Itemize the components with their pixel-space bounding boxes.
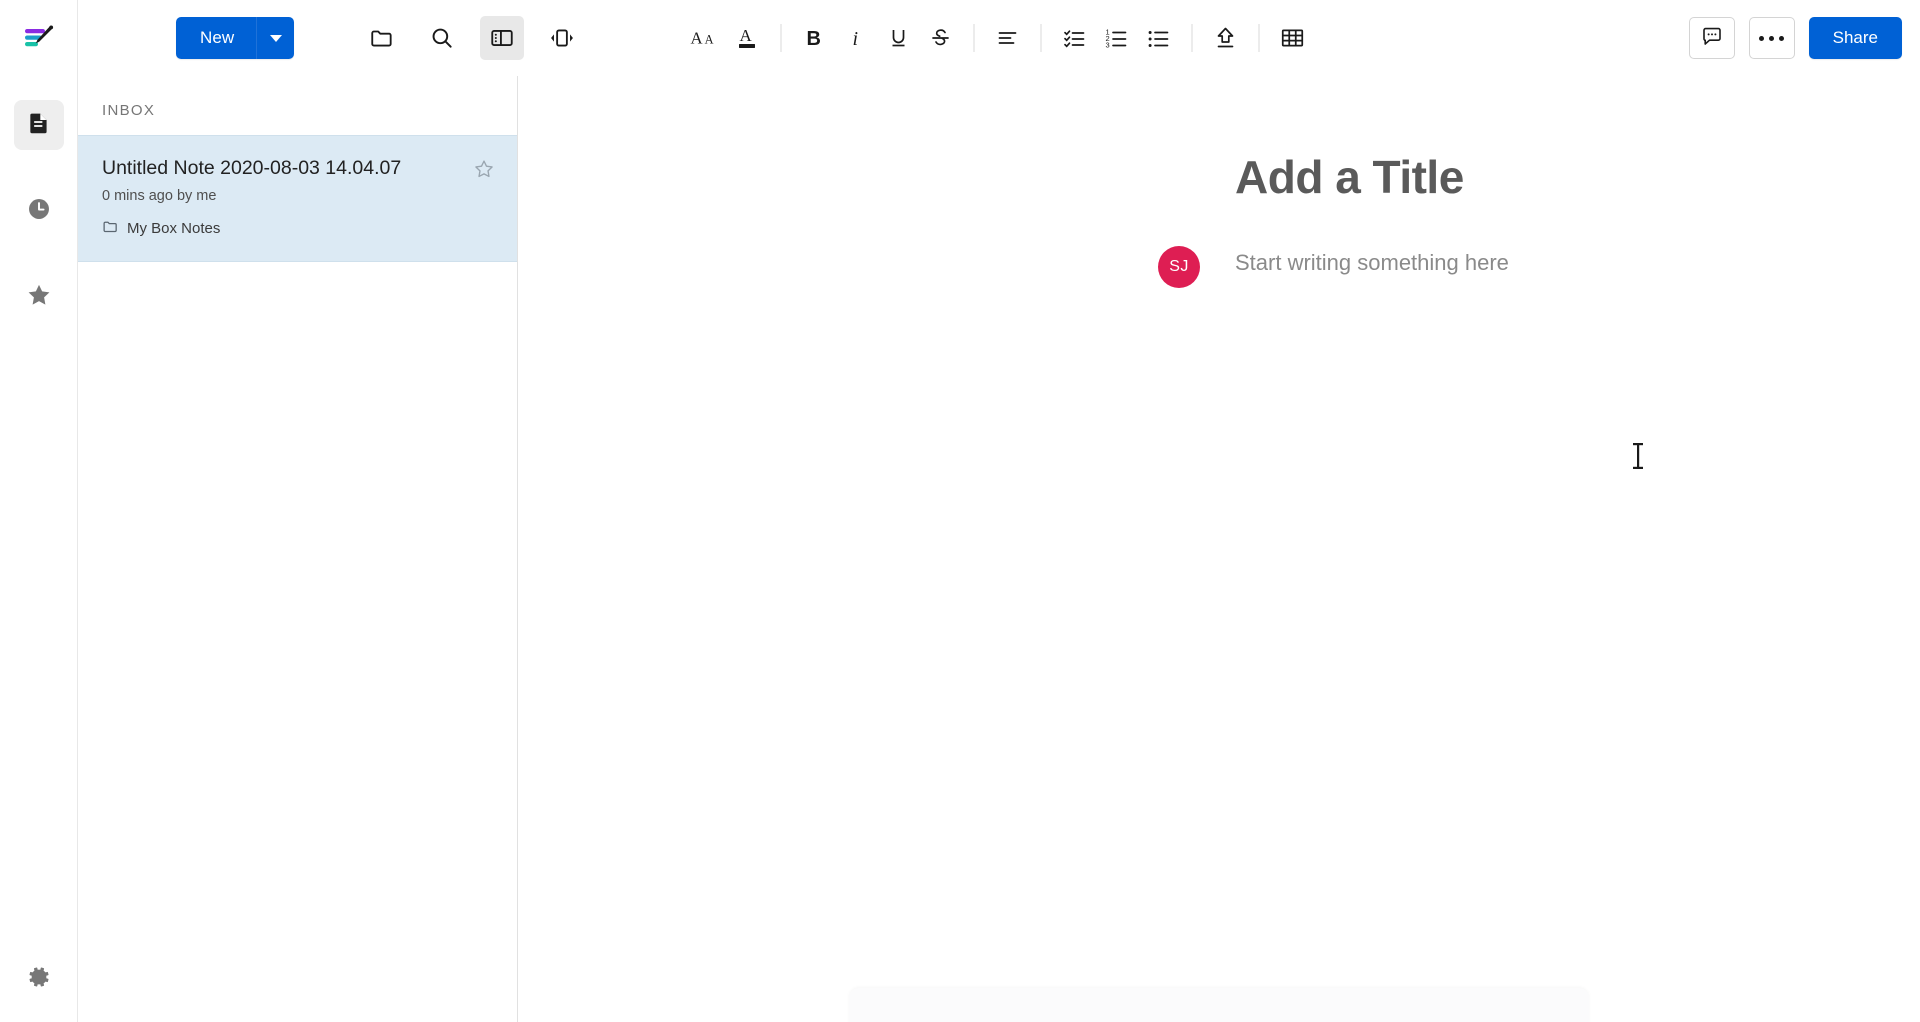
star-icon <box>26 282 52 313</box>
bottom-panel <box>849 988 1589 1022</box>
underline-button[interactable] <box>878 17 920 59</box>
bulleted-list-icon <box>1147 26 1171 50</box>
note-title: Untitled Note 2020-08-03 14.04.07 <box>102 157 402 179</box>
gear-icon <box>26 964 52 995</box>
strikethrough-button[interactable] <box>920 17 962 59</box>
italic-icon: i <box>848 26 866 50</box>
toolbar-right-tools: Share <box>1688 17 1902 59</box>
comment-bubble-icon <box>1700 24 1724 53</box>
new-button[interactable]: New <box>176 17 257 59</box>
text-color-icon: A <box>737 25 759 51</box>
align-left-icon <box>996 26 1020 50</box>
sidebar-toggle-icon <box>489 25 515 51</box>
note-folder-label: My Box Notes <box>127 220 221 238</box>
ellipsis-icon <box>1759 35 1785 41</box>
note-meta: 0 mins ago by me <box>102 188 217 205</box>
app-logo-area <box>0 0 78 76</box>
svg-text:i: i <box>853 28 859 50</box>
table-icon <box>1280 25 1306 51</box>
note-editor[interactable]: Add a Title SJ Start writing something h… <box>518 76 1920 1022</box>
folder-button[interactable] <box>360 16 404 60</box>
svg-text:A: A <box>691 28 703 47</box>
strikethrough-icon <box>929 25 953 51</box>
toolbar-left-tools <box>360 16 584 60</box>
toolbar-format-tools: A A A B i 1 2 3 <box>685 17 1314 59</box>
checklist-icon <box>1063 26 1087 50</box>
rail-bottom-group <box>14 954 64 1004</box>
toggle-width-button[interactable] <box>540 16 584 60</box>
toolbar-divider <box>973 24 975 52</box>
rail-item-recents[interactable] <box>14 186 64 236</box>
document-icon <box>26 110 52 141</box>
clock-icon <box>26 196 52 227</box>
left-rail <box>0 76 78 1022</box>
svg-text:A: A <box>705 32 714 46</box>
settings-button[interactable] <box>14 954 64 1004</box>
note-body-input[interactable]: Start writing something here <box>1235 250 1509 276</box>
note-list-header: INBOX <box>102 102 156 119</box>
upload-button[interactable] <box>1205 17 1247 59</box>
new-button-group[interactable]: New <box>176 17 295 59</box>
app-body: INBOX Untitled Note 2020-08-03 14.04.07 … <box>0 76 1920 1022</box>
comments-button[interactable] <box>1688 17 1735 59</box>
top-toolbar: New A A A B i 1 2 3 Share <box>0 0 1920 76</box>
underline-icon <box>888 25 910 51</box>
italic-button[interactable]: i <box>836 17 878 59</box>
toolbar-main: New A A A B i 1 2 3 Share <box>78 0 1920 76</box>
note-body-row: SJ Start writing something here <box>1158 246 1920 288</box>
search-button[interactable] <box>420 16 464 60</box>
font-size-button[interactable]: A A <box>685 17 727 59</box>
note-list-item[interactable]: Untitled Note 2020-08-03 14.04.07 0 mins… <box>78 135 517 263</box>
box-notes-app: New A A A B i 1 2 3 Share INBOX Untitled… <box>0 0 1920 1022</box>
note-list-panel: INBOX Untitled Note 2020-08-03 14.04.07 … <box>78 76 518 1022</box>
bold-button[interactable]: B <box>794 17 836 59</box>
toggle-sidebar-button[interactable] <box>480 16 525 60</box>
bulleted-list-button[interactable] <box>1138 17 1180 59</box>
bold-icon: B <box>804 26 826 50</box>
editor-content: Add a Title SJ Start writing something h… <box>518 76 1920 288</box>
folder-icon <box>369 25 395 51</box>
text-color-button[interactable]: A <box>727 17 769 59</box>
rail-item-favorites[interactable] <box>14 272 64 322</box>
box-notes-logo-icon <box>22 21 56 55</box>
text-ibeam-cursor <box>1630 441 1646 471</box>
rail-item-notes[interactable] <box>13 100 64 150</box>
toolbar-divider <box>1040 24 1042 52</box>
favorite-toggle-button[interactable] <box>473 158 495 180</box>
table-button[interactable] <box>1272 17 1314 59</box>
checklist-button[interactable] <box>1054 17 1096 59</box>
note-folder: My Box Notes <box>102 218 495 239</box>
font-size-icon: A A <box>691 26 721 50</box>
folder-icon <box>102 218 119 239</box>
search-icon <box>429 25 455 51</box>
note-title-input[interactable]: Add a Title <box>1235 154 1920 200</box>
new-dropdown-button[interactable] <box>256 17 295 59</box>
numbered-list-button[interactable]: 1 2 3 <box>1096 17 1138 59</box>
upload-icon <box>1214 25 1238 51</box>
svg-text:A: A <box>740 26 753 45</box>
avatar: SJ <box>1158 246 1200 288</box>
share-button[interactable]: Share <box>1808 17 1902 59</box>
toolbar-divider <box>1191 24 1193 52</box>
fit-width-icon <box>549 25 575 51</box>
svg-text:3: 3 <box>1106 41 1110 50</box>
svg-text:B: B <box>807 28 821 50</box>
toolbar-divider <box>1258 24 1260 52</box>
more-options-button[interactable] <box>1748 17 1795 59</box>
chevron-down-icon <box>269 34 282 42</box>
numbered-list-icon: 1 2 3 <box>1105 26 1129 50</box>
toolbar-divider <box>780 24 782 52</box>
note-item-top-row: Untitled Note 2020-08-03 14.04.07 <box>102 156 495 180</box>
align-button[interactable] <box>987 17 1029 59</box>
